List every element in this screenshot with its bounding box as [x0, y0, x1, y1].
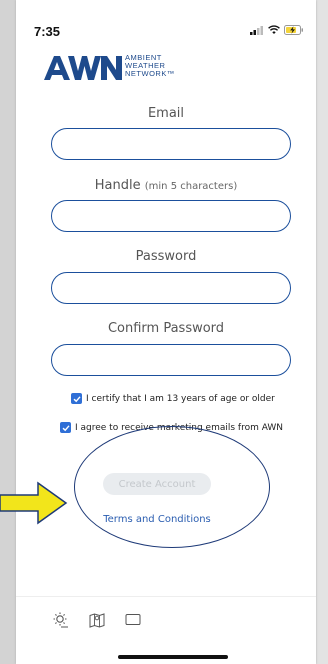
- marketing-checkbox-label: I agree to receive marketing emails from…: [75, 422, 284, 433]
- weather-icon[interactable]: [52, 611, 70, 629]
- confirm-password-field[interactable]: [51, 344, 291, 376]
- awn-logo-text: AMBIENT WEATHER NETWORK™: [125, 54, 175, 78]
- awn-logo-mark: [44, 56, 122, 80]
- phone-screen: 7:35 AMBIENT WEATHER NETWORK™ Email Hand…: [16, 0, 316, 664]
- status-bar: 7:35: [16, 0, 316, 39]
- email-label: Email: [147, 106, 185, 121]
- handle-label-text: Handle: [94, 178, 141, 193]
- handle-hint: (min 5 characters): [144, 181, 238, 192]
- password-field[interactable]: [51, 272, 291, 304]
- age-checkbox[interactable]: [71, 393, 82, 404]
- map-icon[interactable]: [88, 611, 106, 629]
- battery-charging-icon: [284, 25, 303, 35]
- status-time: 7:35: [34, 24, 61, 39]
- annotation-arrow-icon: [0, 481, 68, 525]
- age-checkbox-row[interactable]: I certify that I am 13 years of age or o…: [71, 393, 275, 404]
- message-icon[interactable]: [124, 611, 142, 629]
- awn-logo: AMBIENT WEATHER NETWORK™: [44, 54, 204, 82]
- bottom-nav: [52, 611, 142, 629]
- wifi-icon: [268, 25, 280, 34]
- home-indicator: [118, 655, 228, 659]
- password-label: Password: [135, 249, 197, 264]
- email-field[interactable]: [51, 128, 291, 160]
- age-checkbox-label: I certify that I am 13 years of age or o…: [86, 393, 275, 404]
- confirm-password-label: Confirm Password: [107, 321, 225, 336]
- logo-line-network: NETWORK™: [125, 69, 175, 78]
- checkmark-icon: [62, 424, 70, 431]
- checkmark-icon: [73, 395, 81, 402]
- frame-border-right: [316, 0, 328, 664]
- handle-field[interactable]: [51, 200, 291, 232]
- create-account-button[interactable]: Create Account: [103, 473, 211, 495]
- status-icons: [250, 24, 304, 36]
- marketing-checkbox-row[interactable]: I agree to receive marketing emails from…: [60, 422, 283, 433]
- bottom-divider: [16, 596, 316, 597]
- signal-icon: [250, 26, 263, 35]
- handle-label: Handle (min 5 characters): [16, 178, 316, 193]
- marketing-checkbox[interactable]: [60, 422, 71, 433]
